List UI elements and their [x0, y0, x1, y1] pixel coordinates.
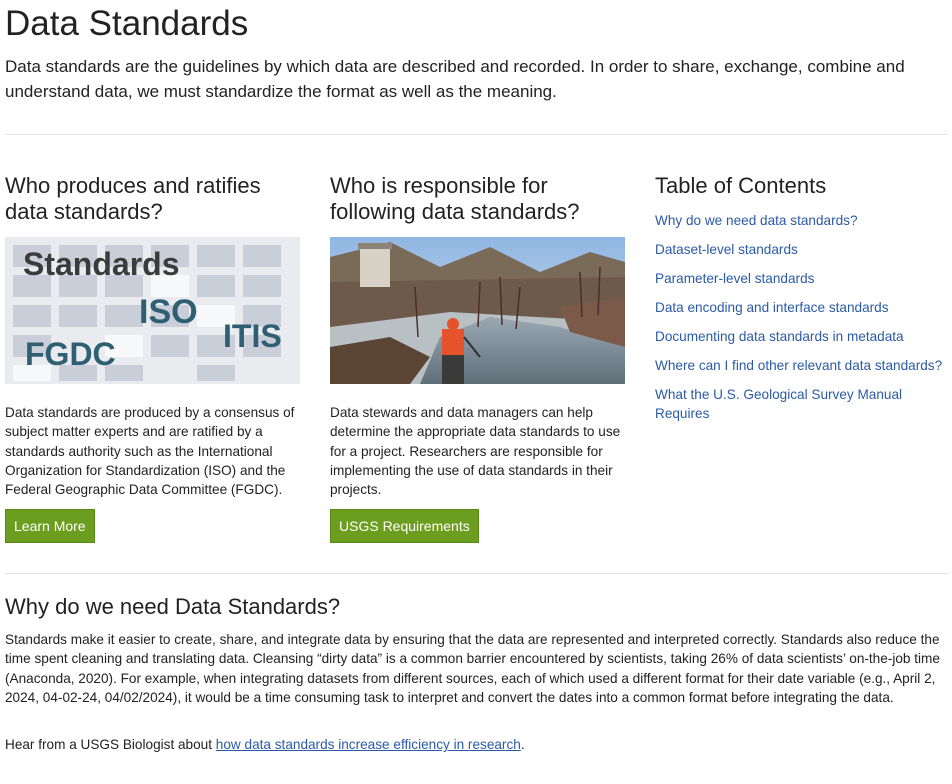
biologist-note-suffix: . [520, 737, 525, 752]
toc-item: Where can I find other relevant data sta… [655, 356, 945, 375]
toc-link-encoding[interactable]: Data encoding and interface standards [655, 300, 889, 315]
page: Data Standards Data standards are the gu… [0, 0, 952, 784]
image-text-iso: ISO [139, 293, 198, 331]
toc-item: Data encoding and interface standards [655, 298, 945, 317]
toc-link-metadata[interactable]: Documenting data standards in metadata [655, 329, 904, 344]
card-heading: Who is responsible for following data st… [330, 173, 580, 224]
page-title: Data Standards [5, 4, 249, 43]
toc-title: Table of Contents [655, 173, 827, 198]
toc-link-usgs-manual[interactable]: What the U.S. Geological Survey Manual R… [655, 387, 902, 421]
card-heading: Who produces and ratifies data standards… [5, 173, 261, 224]
toc-link-other-standards[interactable]: Where can I find other relevant data sta… [655, 358, 942, 373]
biologist-note-prefix: Hear from a USGS Biologist about [5, 737, 216, 752]
section-body-why: Standards make it easier to create, shar… [5, 632, 940, 705]
toc-item: What the U.S. Geological Survey Manual R… [655, 385, 945, 423]
learn-more-button[interactable]: Learn More [5, 509, 95, 543]
image-text-itis: ITIS [223, 318, 282, 354]
toc-item: Parameter-level standards [655, 269, 945, 288]
efficiency-research-link[interactable]: how data standards increase efficiency i… [216, 737, 521, 752]
card-text: Data stewards and data managers can help… [330, 405, 621, 498]
card-text: Data standards are produced by a consens… [5, 405, 295, 498]
toc-item: Documenting data standards in metadata [655, 327, 945, 346]
toc-link-dataset-level[interactable]: Dataset-level standards [655, 242, 798, 257]
image-text-standards: Standards [23, 246, 179, 282]
card-producers: Who produces and ratifies data standards… [5, 173, 305, 543]
toc-link-parameter-level[interactable]: Parameter-level standards [655, 271, 814, 286]
divider [5, 134, 948, 135]
biologist-note: Hear from a USGS Biologist about how dat… [5, 735, 947, 754]
toc-item: Dataset-level standards [655, 240, 945, 259]
table-of-contents: Table of Contents Why do we need data st… [655, 173, 947, 421]
card-responsible: Who is responsible for following data st… [330, 173, 630, 543]
river-fieldwork-photo [330, 237, 625, 384]
usgs-requirements-button[interactable]: USGS Requirements [330, 509, 479, 543]
section-title-why: Why do we need Data Standards? [5, 594, 341, 619]
standards-graphic-image: Standards ISO ITIS FGDC [5, 237, 300, 384]
page-intro: Data standards are the guidelines by whi… [5, 57, 905, 101]
toc-list: Why do we need data standards? Dataset-l… [655, 211, 945, 433]
toc-item: Why do we need data standards? [655, 211, 945, 230]
toc-link-why[interactable]: Why do we need data standards? [655, 213, 858, 228]
divider [5, 573, 948, 574]
image-text-fgdc: FGDC [25, 336, 116, 372]
